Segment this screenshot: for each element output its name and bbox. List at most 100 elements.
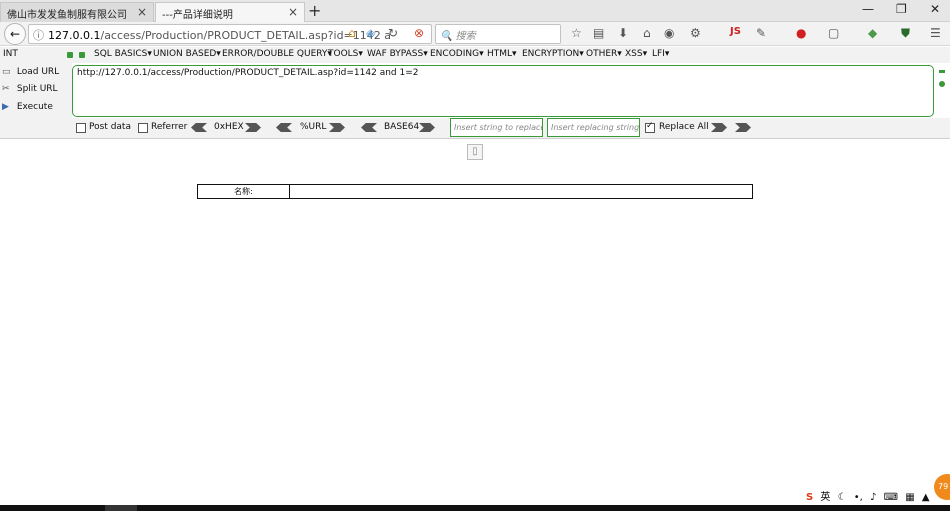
base64-encode-arrow-icon[interactable] — [419, 123, 435, 132]
split-url-button[interactable]: ✂ Split URL — [2, 84, 58, 94]
reading-list-icon[interactable]: ▤ — [593, 26, 604, 40]
menu-lfi[interactable]: LFI▾ — [652, 49, 669, 59]
hackbar-actions: ▭ Load URL ✂ Split URL ▶ Execute — [0, 63, 72, 118]
navigation-toolbar: ← ⓘ 127.0.0.1/access/Production/PRODUCT_D… — [0, 22, 950, 46]
replace-all-label: Replace All — [659, 122, 709, 132]
hackbar-dot-icon — [67, 52, 73, 58]
menu-waf-bypass[interactable]: WAF BYPASS▾ — [367, 49, 428, 59]
green-dot-icon — [939, 81, 945, 87]
broken-image-icon: ▯ — [467, 144, 483, 160]
type-select-value: INT — [3, 49, 18, 59]
tab-title: 佛山市发发鱼制服有限公司 — [7, 10, 127, 21]
table-label-cell: 名称: — [198, 185, 290, 198]
mic-icon[interactable]: ♪ — [870, 492, 876, 503]
replace-next-arrow-icon[interactable] — [735, 123, 751, 132]
hackbar-menu: INT SQL BASICS▾ UNION BASED▾ ERROR/DOUBL… — [0, 47, 950, 63]
menu-union-based[interactable]: UNION BASED▾ — [153, 49, 221, 59]
tab-product-detail[interactable]: ---产品详细说明 × — [155, 2, 305, 22]
taskbar — [0, 505, 950, 511]
menu-tools[interactable]: TOOLS▾ — [328, 49, 363, 59]
close-tab-icon[interactable]: × — [288, 5, 298, 19]
execute-label: Execute — [16, 102, 53, 112]
tab-bar: 佛山市发发鱼制服有限公司 × ---产品详细说明 × + — ❐ ✕ — [0, 0, 950, 22]
split-url-label: Split URL — [16, 84, 58, 94]
close-window-button[interactable]: ✕ — [930, 2, 940, 16]
play-icon: ▶ — [2, 102, 9, 112]
menu-encryption[interactable]: ENCRYPTION▾ — [522, 49, 584, 59]
load-icon: ▭ — [2, 67, 11, 77]
replacing-string-input[interactable]: Insert replacing string — [547, 118, 640, 137]
hackbar-url-value: http://127.0.0.1/access/Production/PRODU… — [77, 68, 419, 78]
green-dash-icon — [939, 70, 945, 73]
shield-addon-icon[interactable]: ◈ — [366, 26, 375, 40]
replace-arrow-icon[interactable] — [711, 123, 727, 132]
punct-icon[interactable]: •, — [854, 492, 863, 503]
shirt-icon[interactable]: ▲ — [922, 492, 930, 503]
restore-button[interactable]: ❐ — [896, 2, 907, 16]
menu-html[interactable]: HTML▾ — [487, 49, 517, 59]
addon-tool-icon[interactable]: ✎ — [756, 26, 766, 40]
tab-company[interactable]: 佛山市发发鱼制服有限公司 × — [0, 2, 154, 22]
tools-icon[interactable]: ▦ — [905, 492, 914, 503]
addon-window-icon[interactable]: ▢ — [828, 26, 839, 40]
menu-error-double-query[interactable]: ERROR/DOUBLE QUERY▾ — [222, 49, 332, 59]
product-table: 名称: — [197, 184, 753, 199]
info-icon[interactable]: ⓘ — [33, 29, 44, 42]
menu-other[interactable]: OTHER▾ — [586, 49, 622, 59]
back-button[interactable]: ← — [4, 23, 26, 45]
table-value-cell — [290, 185, 752, 198]
menu-sql-basics[interactable]: SQL BASICS▾ — [94, 49, 152, 59]
type-select[interactable]: INT — [3, 49, 63, 59]
referrer-checkbox[interactable] — [138, 123, 148, 133]
search-input[interactable]: 🔍 搜索 — [435, 24, 561, 44]
base64-label: BASE64 — [384, 122, 420, 132]
minimize-button[interactable]: — — [862, 2, 874, 16]
moon-icon[interactable]: ☾ — [838, 492, 847, 503]
menu-xss[interactable]: XSS▾ — [625, 49, 647, 59]
addon-globe-icon[interactable]: ◉ — [664, 26, 674, 40]
hackbar-side-dots — [938, 68, 946, 88]
replace-string-input[interactable]: Insert string to replace — [450, 118, 543, 137]
referrer-label: Referrer — [151, 122, 188, 132]
hex-label: 0xHEX — [214, 122, 244, 132]
addon-green-icon[interactable]: ◆ — [868, 26, 877, 40]
notification-badge[interactable]: 79 — [934, 474, 950, 500]
system-tray: S 英 ☾ •, ♪ ⌨ ▦ ▲ — [806, 488, 934, 504]
new-tab-button[interactable]: + — [308, 1, 321, 20]
load-url-label: Load URL — [16, 67, 60, 77]
post-data-checkbox[interactable] — [76, 123, 86, 133]
url-encoding-label: %URL — [300, 122, 327, 132]
close-tab-icon[interactable]: × — [137, 5, 147, 19]
addon-red-icon[interactable]: ⊗ — [414, 26, 424, 40]
addon-red-circle-icon[interactable]: ● — [796, 26, 806, 40]
url-decode-arrow-icon[interactable] — [276, 123, 292, 132]
js-addon-icon[interactable]: JS — [730, 26, 741, 37]
tab-title: ---产品详细说明 — [162, 10, 233, 21]
menu-icon[interactable]: ☰ — [930, 26, 941, 40]
home-icon[interactable]: ⌂ — [643, 26, 651, 40]
url-encode-arrow-icon[interactable] — [329, 123, 345, 132]
url-host: 127.0.0.1 — [48, 29, 101, 42]
replace-all-checkbox[interactable] — [645, 121, 655, 133]
ime-label[interactable]: 英 — [820, 492, 830, 503]
taskbar-item[interactable] — [105, 505, 137, 511]
bookmark-star-icon[interactable]: ☆ — [571, 26, 582, 40]
hackbar-url-textarea[interactable]: http://127.0.0.1/access/Production/PRODU… — [72, 65, 934, 117]
hackbar-dot-icon — [79, 52, 85, 58]
hex-decode-arrow-icon[interactable] — [191, 123, 207, 132]
keyboard-icon[interactable]: ⌨ — [884, 492, 898, 503]
addon-settings-icon[interactable]: ⚙ — [690, 26, 701, 40]
load-url-button[interactable]: ▭ Load URL — [2, 67, 59, 77]
base64-decode-arrow-icon[interactable] — [361, 123, 377, 132]
search-placeholder: 搜索 — [455, 31, 476, 42]
download-icon[interactable]: ⬇ — [618, 26, 628, 40]
execute-button[interactable]: ▶ Execute — [2, 102, 53, 112]
menu-encoding[interactable]: ENCODING▾ — [430, 49, 484, 59]
sogou-icon[interactable]: S — [806, 492, 813, 503]
reload-icon[interactable]: ↻ — [388, 26, 398, 40]
scissors-icon: ✂ — [2, 84, 10, 94]
content-divider — [0, 138, 950, 139]
hex-encode-arrow-icon[interactable] — [245, 123, 261, 132]
home-addon-icon[interactable]: ⌂ — [348, 26, 356, 40]
shield-green-icon[interactable]: ⛊ — [901, 26, 910, 41]
